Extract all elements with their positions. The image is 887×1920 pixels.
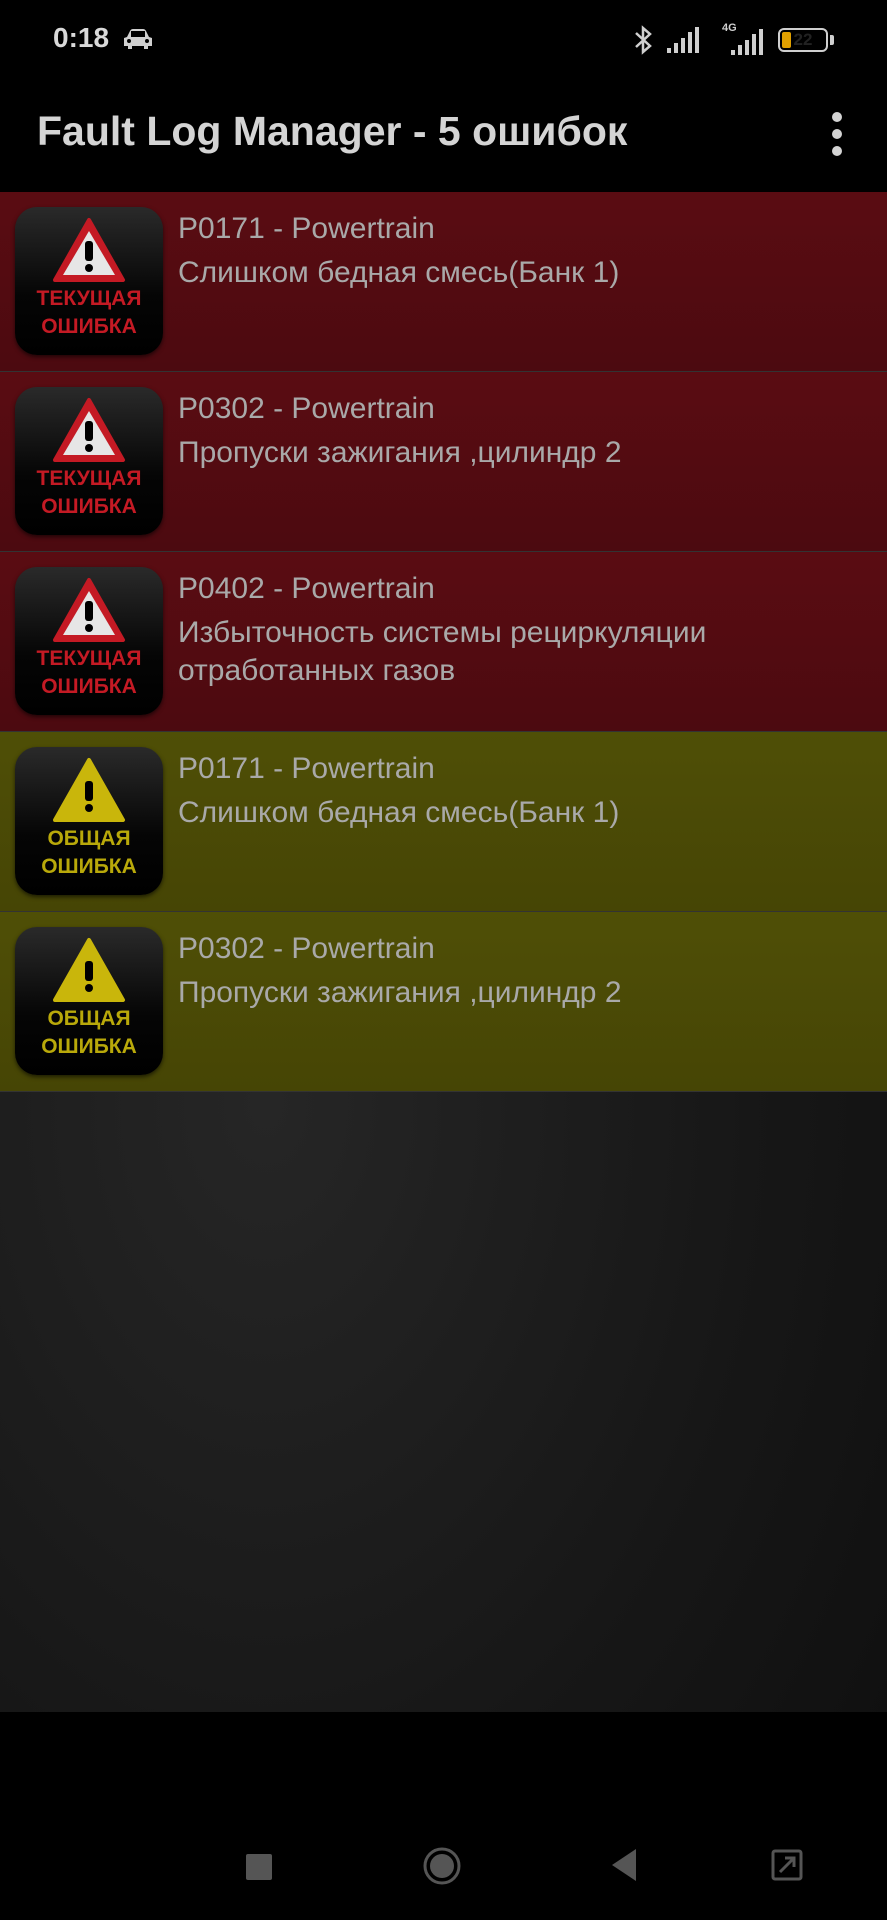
battery-percentage: 22 [793,30,813,49]
warning-triangle-icon [53,218,125,282]
warning-triangle-icon [53,938,125,1002]
menu-dot [832,112,842,122]
fault-row[interactable]: ТЕКУЩАЯ ОШИБКА P0171 - Powertrain Слишком б… [0,192,887,372]
fault-row[interactable]: ТЕКУЩАЯ ОШИБКА P0302 - Powertrain Пропуски … [0,372,887,552]
fault-description: Пропуски зажигания ,цилиндр 2 [178,436,622,469]
fault-row[interactable]: ОБЩАЯ ОШИБКА P0302 - Powertrain Пропуски за… [0,912,887,1092]
battery-icon: 22 [778,28,828,52]
badge-line-1: ОБЩАЯ [47,827,131,850]
badge-line-2: ОШИБКА [41,495,137,518]
fault-severity-badge: ОБЩАЯ ОШИБКА [15,927,163,1075]
signal-strength-icon [667,27,699,53]
fault-list: ТЕКУЩАЯ ОШИБКА P0171 - Powertrain Слишком б… [0,192,887,1092]
badge-line-1: ТЕКУЩАЯ [36,287,142,310]
bluetooth-icon [635,25,652,55]
fault-code: P0302 - Powertrain [178,932,435,965]
badge-line-1: ТЕКУЩАЯ [36,647,142,670]
battery-cap [830,35,834,45]
badge-line-2: ОШИБКА [41,675,137,698]
fault-code: P0402 - Powertrain [178,572,435,605]
badge-line-2: ОШИБКА [41,315,137,338]
car-icon [124,29,152,49]
badge-line-2: ОШИБКА [41,855,137,878]
fault-code: P0171 - Powertrain [178,752,435,785]
warning-triangle-icon [53,398,125,462]
fault-description: Избыточность системы рециркуляции отрабо… [178,616,707,687]
circle-icon[interactable] [422,1846,462,1886]
status-bar: 0:18 4G 22 [0,0,887,80]
more-vert-icon[interactable] [820,104,854,164]
fullscreen-icon[interactable] [770,1848,804,1882]
fault-severity-badge: ТЕКУЩАЯ ОШИБКА [15,567,163,715]
menu-dot [832,146,842,156]
navigation-bar [0,1712,887,1920]
badge-line-2: ОШИБКА [41,1035,137,1058]
warning-triangle-icon [53,758,125,822]
fault-description: Слишком бедная смесь(Банк 1) [178,256,620,289]
fault-severity-badge: ТЕКУЩАЯ ОШИБКА [15,387,163,535]
triangle-back-icon[interactable] [608,1846,640,1884]
page-title: Fault Log Manager - 5 ошибок [37,108,628,154]
fault-description: Слишком бедная смесь(Банк 1) [178,796,620,829]
badge-line-1: ОБЩАЯ [47,1007,131,1030]
square-icon[interactable] [246,1854,272,1880]
fault-row[interactable]: ОБЩАЯ ОШИБКА P0171 - Powertrain Слишком бед… [0,732,887,912]
badge-line-1: ТЕКУЩАЯ [36,467,142,490]
fault-code: P0171 - Powertrain [178,212,435,245]
fault-list-area[interactable]: ТЕКУЩАЯ ОШИБКА P0171 - Powertrain Слишком б… [0,192,887,1712]
fault-severity-badge: ОБЩАЯ ОШИБКА [15,747,163,895]
signal-strength-icon-2 [731,29,763,55]
fault-row[interactable]: ТЕКУЩАЯ ОШИБКА P0402 - Powertrain Избыточно… [0,552,887,732]
fault-code: P0302 - Powertrain [178,392,435,425]
menu-dot [832,129,842,139]
fault-severity-badge: ТЕКУЩАЯ ОШИБКА [15,207,163,355]
status-time: 0:18 [53,22,110,53]
app-bar: Fault Log Manager - 5 ошибок [0,80,887,192]
fault-description: Пропуски зажигания ,цилиндр 2 [178,976,622,1009]
warning-triangle-icon [53,578,125,642]
signal-4g: 4G [720,22,768,56]
